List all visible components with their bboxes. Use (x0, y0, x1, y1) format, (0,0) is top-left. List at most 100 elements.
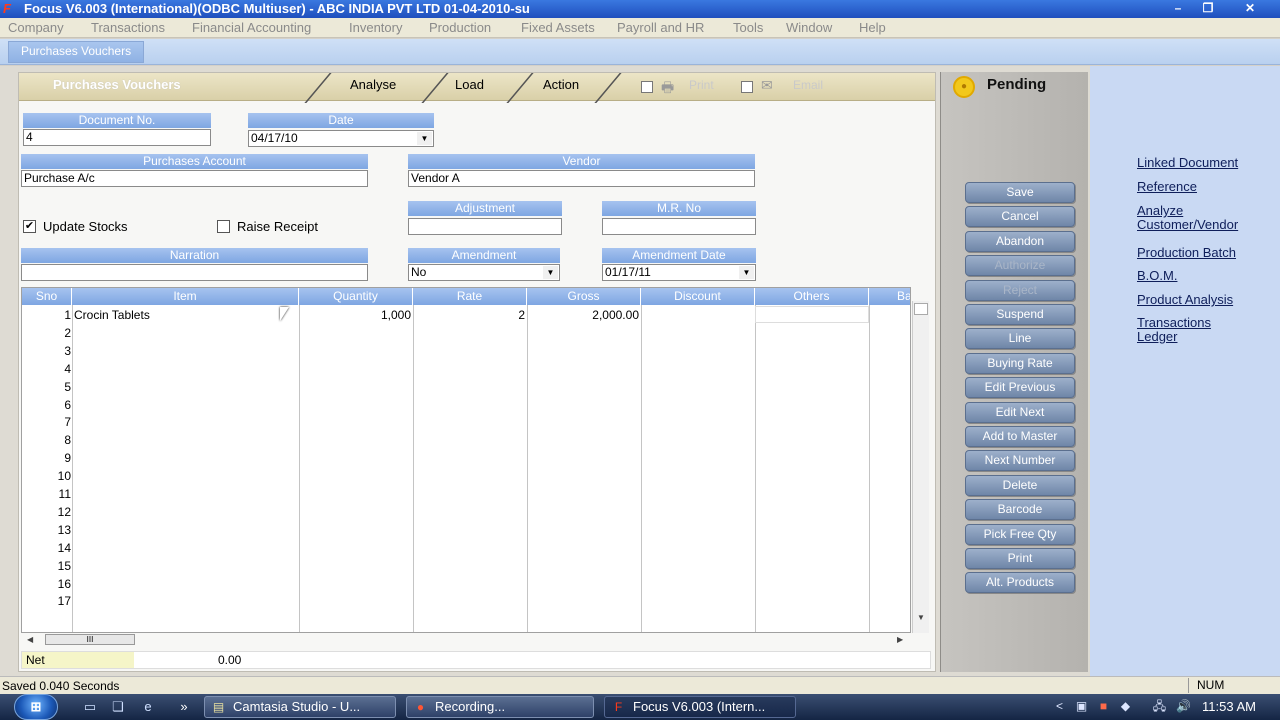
cell-sno[interactable]: 16 (22, 575, 71, 593)
column-header-quantity[interactable]: Quantity (299, 288, 413, 305)
network-icon[interactable]: 🖧 (1152, 699, 1167, 714)
cell-sno[interactable]: 15 (22, 557, 71, 575)
abandon-button[interactable]: Abandon (965, 230, 1075, 252)
reject-button[interactable]: Reject (965, 279, 1075, 301)
edit-previous-button[interactable]: Edit Previous (965, 377, 1075, 399)
column-header-gross[interactable]: Gross (527, 288, 641, 305)
quick-launch-overflow-icon[interactable]: » (176, 699, 192, 715)
cell-item[interactable]: Crocin Tablets (74, 306, 294, 324)
taskbar-button[interactable]: F Focus V6.003 (Intern... (604, 696, 796, 718)
link-b-o-m[interactable]: B.O.M. (1137, 269, 1177, 283)
taskbar-button[interactable]: ● Recording... (406, 696, 594, 718)
tray-app-icon[interactable]: ▣ (1074, 699, 1089, 714)
date-field[interactable]: 04/17/10 ▼ (248, 130, 434, 147)
alt-products-button[interactable]: Alt. Products (965, 572, 1075, 594)
table-row[interactable]: 9 (22, 449, 910, 467)
line-button[interactable]: Line (965, 328, 1075, 350)
cell-sno[interactable]: 4 (22, 360, 71, 378)
cell-sno[interactable]: 17 (22, 592, 71, 610)
update-stocks-checkbox[interactable]: ✔ (23, 220, 36, 233)
chevron-down-icon[interactable]: ▼ (543, 266, 558, 279)
grid-vertical-scrollbar[interactable]: ▼ (912, 301, 929, 633)
raise-receipt-checkbox[interactable] (217, 220, 230, 233)
column-header-others[interactable]: Others (755, 288, 869, 305)
table-row[interactable]: 2 (22, 324, 910, 342)
purchases-account-field[interactable]: Purchase A/c (21, 170, 368, 187)
barcode-button[interactable]: Barcode (965, 499, 1075, 521)
window-switcher-icon[interactable]: ❏ (110, 699, 126, 715)
load-menu[interactable]: Load (455, 77, 484, 92)
print-checkbox[interactable] (641, 81, 653, 93)
tray-chevron-icon[interactable]: < (1052, 699, 1067, 714)
cell-gross[interactable]: 2,000.00 (527, 306, 639, 324)
internet-explorer-icon[interactable]: e (140, 699, 156, 715)
cancel-button[interactable]: Cancel (965, 206, 1075, 228)
taskbar-clock[interactable]: 11:53 AM (1202, 699, 1256, 714)
scroll-down-icon[interactable]: ▼ (917, 613, 925, 622)
chevron-down-icon[interactable]: ▼ (739, 266, 754, 279)
cell-sno[interactable]: 10 (22, 467, 71, 485)
chevron-down-icon[interactable]: ▼ (417, 132, 432, 145)
menu-window[interactable]: Window (786, 20, 832, 35)
link-analyze[interactable]: Analyze Customer/Vendor (1137, 204, 1238, 232)
menu-transactions[interactable]: Transactions (91, 20, 165, 35)
cell-sno[interactable]: 6 (22, 396, 71, 414)
column-header-sno[interactable]: Sno (22, 288, 72, 305)
menu-company[interactable]: Company (8, 20, 64, 35)
volume-icon[interactable]: 🔊 (1176, 699, 1191, 714)
action-menu[interactable]: Action (543, 77, 579, 92)
next-number-button[interactable]: Next Number (965, 450, 1075, 472)
cell-others[interactable] (755, 306, 869, 323)
cell-sno[interactable]: 11 (22, 485, 71, 503)
menu-production[interactable]: Production (429, 20, 491, 35)
pick-free-qty-button[interactable]: Pick Free Qty (965, 523, 1075, 545)
mr-no-field[interactable] (602, 218, 756, 235)
scroll-right-icon[interactable]: ▶ (897, 635, 903, 644)
table-row[interactable]: 3 (22, 342, 910, 360)
cell-sno[interactable]: 1 (22, 306, 71, 324)
minimize-button[interactable]: – (1164, 0, 1192, 16)
link-transactions[interactable]: Transactions Ledger (1137, 316, 1211, 344)
close-button[interactable]: ✕ (1236, 0, 1264, 16)
link-reference[interactable]: Reference (1137, 180, 1197, 194)
table-row[interactable]: 6 (22, 396, 910, 414)
menu-inventory[interactable]: Inventory (349, 20, 402, 35)
cell-sno[interactable]: 7 (22, 413, 71, 431)
table-row[interactable]: 10 (22, 467, 910, 485)
table-row[interactable]: 13 (22, 521, 910, 539)
save-button[interactable]: Save (965, 182, 1075, 203)
table-row[interactable]: 11 (22, 485, 910, 503)
table-row[interactable]: 12 (22, 503, 910, 521)
document-no-field[interactable]: 4 (23, 129, 211, 146)
amendment-date-field[interactable]: 01/17/11 ▼ (602, 264, 756, 281)
cell-sno[interactable]: 14 (22, 539, 71, 557)
tab-purchases-vouchers[interactable]: Purchases Vouchers (8, 41, 145, 63)
scroll-thumb[interactable] (914, 303, 928, 315)
table-row[interactable]: 8 (22, 431, 910, 449)
delete-button[interactable]: Delete (965, 474, 1075, 496)
cell-sno[interactable]: 13 (22, 521, 71, 539)
table-row[interactable]: 14 (22, 539, 910, 557)
grid-horizontal-scrollbar[interactable]: ◀ III ▶ (21, 633, 911, 647)
column-header-rate[interactable]: Rate (413, 288, 527, 305)
menu-financial-accounting[interactable]: Financial Accounting (192, 20, 311, 35)
add-to-master-button[interactable]: Add to Master (965, 426, 1075, 447)
table-row[interactable]: 5 (22, 378, 910, 396)
cell-sno[interactable]: 5 (22, 378, 71, 396)
voucher-line-grid[interactable]: Sno Item Quantity Rate Gross Discount Ot… (21, 287, 911, 633)
link-production-batch[interactable]: Production Batch (1137, 246, 1236, 260)
scroll-thumb[interactable]: III (45, 634, 135, 645)
tray-record-icon[interactable]: ■ (1096, 699, 1111, 714)
table-row[interactable]: 7 (22, 413, 910, 431)
cell-sno[interactable]: 3 (22, 342, 71, 360)
table-row[interactable]: 4 (22, 360, 910, 378)
column-header-item[interactable]: Item (72, 288, 299, 305)
amendment-select[interactable]: No ▼ (408, 264, 560, 281)
suspend-button[interactable]: Suspend (965, 304, 1075, 325)
start-button[interactable]: ⊞ (14, 694, 58, 720)
column-header-ba[interactable]: Ba (869, 288, 910, 305)
link-linked-document[interactable]: Linked Document (1137, 156, 1238, 170)
scroll-left-icon[interactable]: ◀ (27, 635, 33, 644)
table-row[interactable]: 1 Crocin Tablets 1,000 2 2,000.00 (22, 306, 910, 324)
print-button[interactable]: Print (965, 548, 1075, 569)
